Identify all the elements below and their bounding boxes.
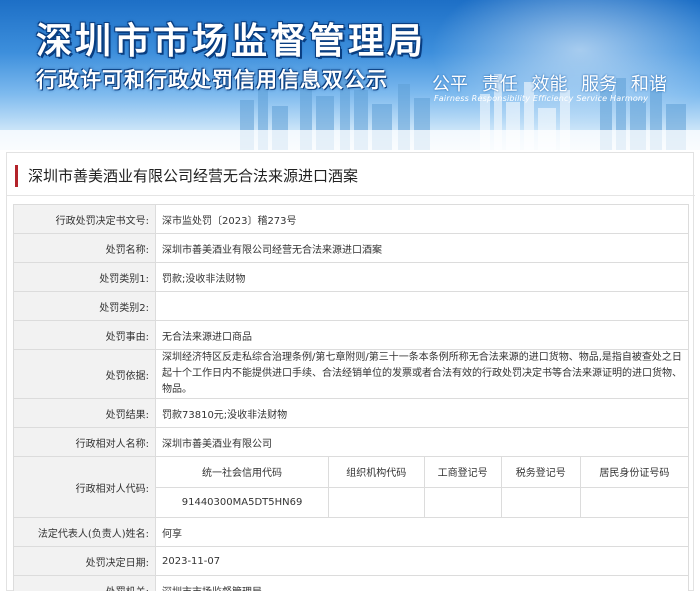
doc-no-label: 行政处罚决定书文号: [13,204,156,234]
row-doc-no: 行政处罚决定书文号: 深市监处罚〔2023〕稽273号 [13,204,689,234]
result-label: 处罚结果: [13,398,156,428]
code-header-id-card: 居民身份证号码 [580,457,688,488]
row-basis: 处罚依据: 深圳经济特区反走私综合治理条例/第七章附则/第三十一条本条例所称无合… [13,349,689,399]
code-header-business-reg: 工商登记号 [424,457,502,488]
result-value: 罚款73810元;没收非法财物 [155,398,689,428]
category2-label: 处罚类别2: [13,291,156,321]
row-legal-rep: 法定代表人(负责人)姓名: 何享 [13,517,689,547]
code-header-credit: 统一社会信用代码 [156,457,330,488]
row-category1: 处罚类别1: 罚款;没收非法财物 [13,262,689,292]
code-value-id-card [580,487,688,517]
case-detail-panel: 深圳市善美酒业有限公司经营无合法来源进口酒案 行政处罚决定书文号: 深市监处罚〔… [6,152,695,591]
case-info-table: 行政处罚决定书文号: 深市监处罚〔2023〕稽273号 处罚名称: 深圳市善美酒… [13,204,689,591]
row-result: 处罚结果: 罚款73810元;没收非法财物 [13,398,689,428]
row-party: 行政相对人名称: 深圳市善美酒业有限公司 [13,427,689,457]
codes-cell: 统一社会信用代码 组织机构代码 工商登记号 税务登记号 居民身份证号码 9144… [155,456,689,518]
reason-value: 无合法来源进口商品 [155,320,689,350]
code-value-business-reg [424,487,502,517]
codes-value-row: 91440300MA5DT5HN69 [156,487,688,517]
party-value: 深圳市善美酒业有限公司 [155,427,689,457]
authority-label: 处罚机关: [13,575,156,591]
decision-date-label: 处罚决定日期: [13,546,156,576]
row-authority: 处罚机关: 深圳市市场监督管理局 [13,575,689,591]
basis-label: 处罚依据: [13,349,156,399]
category1-value: 罚款;没收非法财物 [155,262,689,292]
legal-rep-value: 何享 [155,517,689,547]
case-name-value: 深圳市善美酒业有限公司经营无合法来源进口酒案 [155,233,689,263]
category1-label: 处罚类别1: [13,262,156,292]
code-value-tax-reg [501,487,581,517]
title-divider [7,195,695,196]
doc-no-value: 深市监处罚〔2023〕稽273号 [155,204,689,234]
site-banner: 深圳市市场监督管理局 行政许可和行政处罚信用信息双公示 公平 责任 效能 服务 … [0,0,700,150]
case-title: 深圳市善美酒业有限公司经营无合法来源进口酒案 [15,165,358,187]
row-reason: 处罚事由: 无合法来源进口商品 [13,320,689,350]
reason-label: 处罚事由: [13,320,156,350]
case-name-label: 处罚名称: [13,233,156,263]
row-party-codes: 行政相对人代码: 统一社会信用代码 组织机构代码 工商登记号 税务登记号 居民身… [13,456,689,518]
legal-rep-label: 法定代表人(负责人)姓名: [13,517,156,547]
code-header-org: 组织机构代码 [328,457,425,488]
decision-date-value: 2023-11-07 [155,546,689,576]
row-case-name: 处罚名称: 深圳市善美酒业有限公司经营无合法来源进口酒案 [13,233,689,263]
code-value-org [328,487,425,517]
motto-english: Fairness Responsibility Efficiency Servi… [434,94,649,103]
row-decision-date: 处罚决定日期: 2023-11-07 [13,546,689,576]
site-title: 深圳市市场监督管理局 [36,21,427,62]
codes-header-row: 统一社会信用代码 组织机构代码 工商登记号 税务登记号 居民身份证号码 [156,457,688,488]
code-value-credit: 91440300MA5DT5HN69 [156,487,330,517]
site-subtitle: 行政许可和行政处罚信用信息双公示 [36,68,388,92]
category2-value [155,291,689,321]
authority-value: 深圳市市场监督管理局 [155,575,689,591]
codes-table: 统一社会信用代码 组织机构代码 工商登记号 税务登记号 居民身份证号码 9144… [156,457,688,517]
code-header-tax-reg: 税务登记号 [501,457,581,488]
motto-chinese: 公平 责任 效能 服务 和谐 [432,74,667,95]
row-category2: 处罚类别2: [13,291,689,321]
party-label: 行政相对人名称: [13,427,156,457]
basis-value: 深圳经济特区反走私综合治理条例/第七章附则/第三十一条本条例所称无合法来源的进口… [155,349,689,399]
codes-label: 行政相对人代码: [13,456,156,518]
